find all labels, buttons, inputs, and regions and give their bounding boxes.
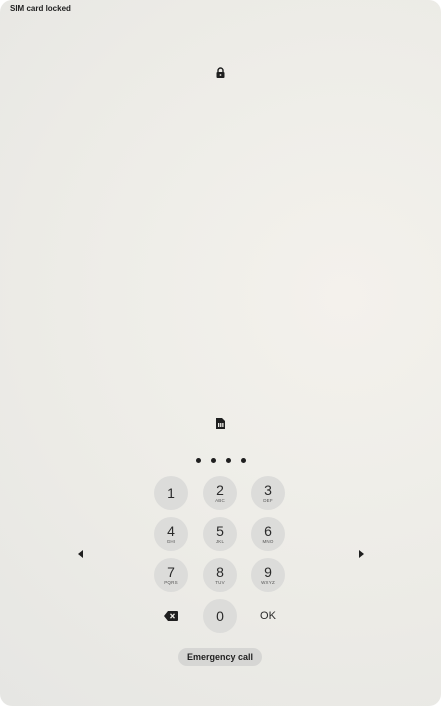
key-number: 1	[167, 485, 175, 501]
pin-dot	[211, 457, 216, 463]
key-0[interactable]: 0	[203, 599, 237, 633]
key-number: 5	[216, 523, 224, 539]
key-number: 2	[216, 482, 224, 498]
pin-dot	[226, 457, 231, 463]
key-number: 6	[264, 523, 272, 539]
key-number: 9	[264, 564, 272, 580]
key-1[interactable]: 1	[154, 476, 188, 510]
sim-lock-screen: SIM card locked 1 2 ABC 3 DEF 4 GHI 5 JK…	[0, 0, 441, 706]
key-5[interactable]: 5 JKL	[203, 517, 237, 551]
key-6[interactable]: 6 MNO	[251, 517, 285, 551]
key-3[interactable]: 3 DEF	[251, 476, 285, 510]
sim-card-icon	[216, 418, 225, 429]
pin-dot	[196, 457, 201, 463]
key-letters: GHI	[166, 539, 176, 544]
key-letters: TUV	[215, 580, 225, 585]
arrow-right-icon[interactable]	[356, 548, 366, 560]
key-number: 3	[264, 482, 272, 498]
emergency-call-label: Emergency call	[186, 652, 254, 662]
emergency-call-button[interactable]: Emergency call	[178, 648, 262, 666]
key-number: 4	[167, 523, 175, 539]
key-number: 0	[216, 608, 224, 624]
arrow-left-icon[interactable]	[76, 548, 86, 560]
pin-dots	[196, 455, 246, 465]
key-4[interactable]: 4 GHI	[154, 517, 188, 551]
pin-dot	[241, 457, 246, 463]
key-2[interactable]: 2 ABC	[203, 476, 237, 510]
key-8[interactable]: 8 TUV	[203, 558, 237, 592]
key-letters: ABC	[215, 498, 225, 503]
backspace-icon	[164, 611, 178, 621]
ok-button[interactable]: OK	[251, 599, 285, 633]
key-7[interactable]: 7 PQRS	[154, 558, 188, 592]
key-letters: PQRS	[164, 580, 178, 585]
key-letters: MNO	[262, 539, 274, 544]
key-letters: DEF	[263, 498, 273, 503]
status-carrier-text: SIM card locked	[10, 4, 71, 13]
key-9[interactable]: 9 WXYZ	[251, 558, 285, 592]
key-number: 8	[216, 564, 224, 580]
ok-label: OK	[260, 610, 276, 622]
key-letters: JKL	[215, 539, 225, 544]
backspace-button[interactable]	[154, 599, 188, 633]
lock-icon	[216, 67, 225, 78]
key-letters: WXYZ	[261, 580, 275, 585]
key-number: 7	[167, 564, 175, 580]
